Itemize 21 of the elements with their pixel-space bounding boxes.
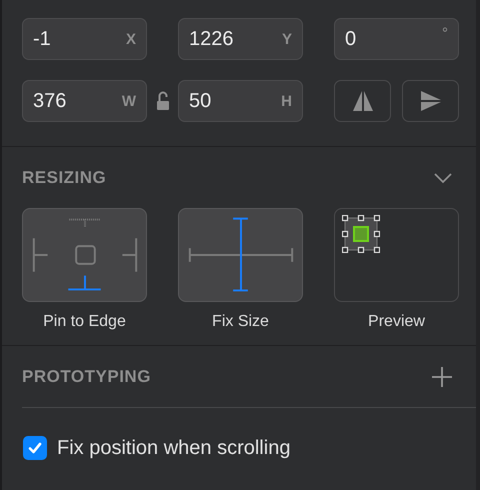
chevron-icon[interactable] <box>433 172 453 184</box>
number-field[interactable]: 1226 Y <box>178 18 303 60</box>
tile-label: Pin to Edge <box>43 313 126 331</box>
flip-horizontal-icon <box>352 90 374 112</box>
flip-vertical-button[interactable] <box>402 80 459 122</box>
add-icon[interactable] <box>431 366 453 388</box>
number-field[interactable]: 376 W <box>22 80 147 122</box>
flip-vertical-icon <box>420 90 442 112</box>
lock-icon[interactable] <box>156 91 170 111</box>
number-field[interactable]: 50 H <box>178 80 303 122</box>
section-title: RESIZING <box>22 168 106 188</box>
tile-label: Fix Size <box>212 313 269 331</box>
preview-drawing <box>342 215 380 253</box>
checkmark-icon <box>27 440 43 456</box>
checkbox[interactable] <box>23 436 47 460</box>
flip-horizontal-button[interactable] <box>334 80 391 122</box>
tile-label: Preview <box>368 313 425 331</box>
number-field[interactable]: 0 ° <box>334 18 459 60</box>
section-title: PROTOTYPING <box>22 366 151 386</box>
checkbox-label: Fix position when scrolling <box>57 436 290 460</box>
number-field[interactable]: -1 X <box>22 18 147 60</box>
